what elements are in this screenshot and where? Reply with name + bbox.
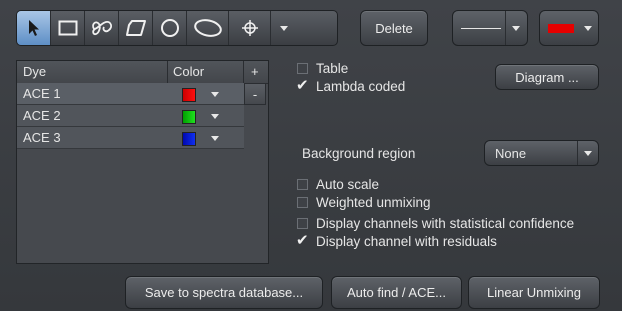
drawing-tools-group (16, 10, 338, 46)
tool-polygon[interactable] (119, 11, 153, 45)
residuals-checkbox[interactable]: Display channel with residuals (296, 231, 497, 249)
dye-color-swatch[interactable] (182, 132, 196, 146)
statistical-confidence-checkbox[interactable]: Display channels with statistical confid… (297, 216, 574, 231)
statistical-confidence-label: Display channels with statistical confid… (316, 216, 575, 231)
chevron-down-icon (280, 25, 288, 31)
checkbox-box[interactable] (297, 179, 308, 190)
polygon-icon (125, 20, 146, 36)
spectral-unmixing-panel: Delete Dye Color + ACE 1 - ACE 2 ACE 3 T… (0, 0, 622, 311)
delete-button[interactable]: Delete (360, 10, 428, 46)
background-region-label: Background region (302, 146, 416, 161)
background-region-value: None (495, 146, 527, 161)
weighted-unmixing-checkbox[interactable]: Weighted unmixing (297, 195, 431, 210)
residuals-label: Display channel with residuals (316, 234, 497, 249)
checkmark-icon[interactable] (296, 231, 309, 249)
chevron-down-icon[interactable] (211, 92, 219, 97)
tool-crosshair[interactable] (229, 11, 271, 45)
dye-name: ACE 1 (23, 86, 61, 101)
rectangle-icon (58, 20, 77, 36)
tool-freehand[interactable] (85, 11, 119, 45)
tool-dropdown[interactable] (271, 11, 297, 45)
circle-icon (160, 19, 179, 37)
dye-color-swatch[interactable] (182, 88, 196, 102)
ellipse-icon (193, 19, 222, 37)
checkbox-box[interactable] (297, 63, 308, 74)
background-region-select[interactable]: None (484, 140, 599, 166)
column-header-color: Color (173, 64, 205, 79)
crosshair-icon (241, 20, 258, 36)
table-row[interactable]: ACE 3 (17, 127, 244, 149)
auto-scale-checkbox[interactable]: Auto scale (297, 177, 379, 192)
line-style-preview (461, 28, 501, 29)
diagram-button[interactable]: Diagram ... (495, 64, 599, 90)
table-row[interactable]: ACE 1 (17, 83, 244, 105)
add-dye-button[interactable]: + (251, 64, 259, 79)
table-checkbox-label: Table (316, 61, 349, 76)
weighted-unmixing-label: Weighted unmixing (316, 195, 431, 210)
linear-unmixing-button[interactable]: Linear Unmixing (468, 276, 600, 309)
lambda-coded-label: Lambda coded (316, 79, 406, 94)
line-style-select[interactable] (452, 10, 528, 46)
checkmark-icon[interactable] (296, 76, 309, 94)
freehand-icon (91, 21, 112, 36)
auto-find-ace-button[interactable]: Auto find / ACE... (331, 276, 462, 309)
dye-name: ACE 3 (23, 130, 61, 145)
remove-dye-button[interactable]: - (244, 83, 266, 105)
checkbox-box[interactable] (297, 197, 308, 208)
lambda-coded-checkbox[interactable]: Lambda coded (296, 76, 406, 94)
tool-arrow[interactable] (17, 11, 51, 45)
dye-table: Dye Color + ACE 1 - ACE 2 ACE 3 (16, 60, 269, 264)
chevron-down-icon (512, 26, 520, 31)
arrow-icon (28, 20, 39, 36)
tool-rectangle[interactable] (51, 11, 85, 45)
chevron-down-icon (584, 151, 592, 156)
tool-circle[interactable] (153, 11, 187, 45)
column-header-dye: Dye (23, 64, 47, 79)
save-to-spectra-database-button[interactable]: Save to spectra database... (125, 276, 323, 309)
chevron-down-icon (584, 26, 592, 31)
auto-scale-label: Auto scale (316, 177, 380, 192)
chevron-down-icon[interactable] (211, 114, 219, 119)
checkbox-box[interactable] (297, 218, 308, 229)
chevron-down-icon[interactable] (211, 136, 219, 141)
line-color-select[interactable] (539, 10, 599, 46)
line-color-swatch (548, 24, 574, 33)
table-row[interactable]: ACE 2 (17, 105, 244, 127)
table-checkbox[interactable]: Table (297, 61, 348, 76)
tool-ellipse[interactable] (187, 11, 229, 45)
dye-color-swatch[interactable] (182, 110, 196, 124)
dye-name: ACE 2 (23, 108, 61, 123)
dye-table-header: Dye Color + (17, 61, 268, 84)
